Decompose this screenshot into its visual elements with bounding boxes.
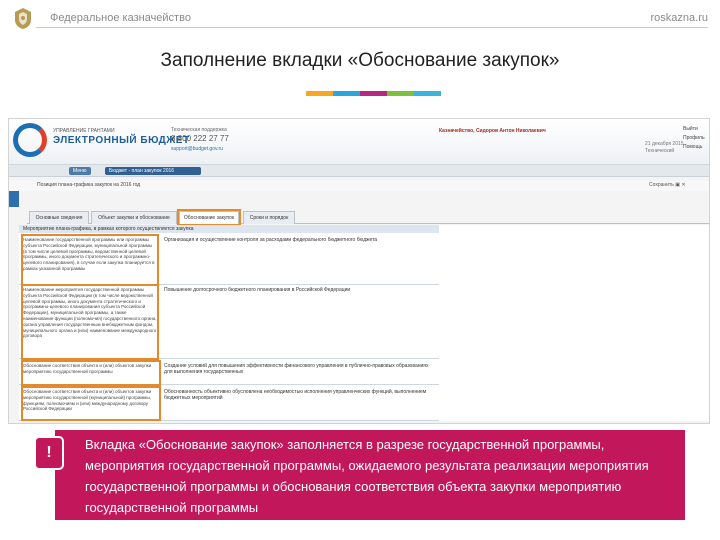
slide-title: Заполнение вкладки «Обоснование закупок» <box>160 50 560 71</box>
logout-button[interactable]: Выйти <box>683 126 709 133</box>
user-name: Казначейство, Сидоров Антон Николаевич <box>439 128 546 134</box>
tab-terms[interactable]: Сроки и порядок исполнения <box>243 211 295 234</box>
form-tabs: Основные сведения Объект закупки и обосн… <box>27 209 709 234</box>
row-value[interactable]: Обоснованность объективно обусловлена не… <box>164 389 434 401</box>
app-header: УПРАВЛЕНИЕ ГРАНТАМИ ЭЛЕКТРОННЫЙ БЮДЖЕТ Т… <box>9 119 709 165</box>
toolbar-actions[interactable]: Сохранить ▣ ✕ <box>649 182 686 188</box>
color-stripes <box>306 91 441 96</box>
row-value[interactable]: Организация и осуществление контроля за … <box>164 237 434 243</box>
menu-button[interactable]: Меню <box>69 167 91 175</box>
header-divider <box>36 27 708 28</box>
stripe <box>333 91 360 96</box>
row-label: Обоснование соответствия объекта и (или)… <box>23 389 152 412</box>
breadcrumb: Позиция плана-графика закупок на 2016 го… <box>37 182 141 188</box>
justification-table: Мероприятие плана-графика, в рамках кото… <box>19 225 709 421</box>
tab-object[interactable]: Объект закупки и обоснование <box>91 211 177 224</box>
row-label: Наименование государственной программы и… <box>23 237 155 271</box>
document-tab[interactable]: Бюджет - план закупок 2016 <box>105 167 201 175</box>
slide-header: Федеральное казначейство roskazna.ru <box>0 0 720 34</box>
stripe <box>306 91 333 96</box>
sidebar-toggle[interactable] <box>9 191 19 207</box>
table-section-header[interactable]: Мероприятие плана-графика, в рамках кото… <box>19 225 439 233</box>
logo-caption: УПРАВЛЕНИЕ ГРАНТАМИ <box>53 128 115 134</box>
stripe <box>414 91 441 96</box>
help-button[interactable]: Помощь <box>683 144 709 151</box>
table-row: Обоснование соответствия объекта и (или)… <box>19 387 439 421</box>
stripe <box>360 91 387 96</box>
table-row: Наименование мероприятия государственной… <box>19 285 439 359</box>
stripe <box>387 91 414 96</box>
app-navbar: Меню Бюджет - план закупок 2016 <box>9 165 709 177</box>
row-value[interactable]: Создание условий для повышения эффективн… <box>164 363 434 375</box>
exclamation-icon: ! <box>34 436 64 470</box>
site-url: roskazna.ru <box>650 12 708 24</box>
table-row: Обоснование соответствия объекта и (или)… <box>19 361 439 385</box>
support-label: Техническая поддержка <box>171 127 227 133</box>
emblem-icon <box>15 8 31 29</box>
support-phone: 8 800 222 27 77 <box>171 134 229 143</box>
tab-main-info[interactable]: Основные сведения <box>29 211 89 224</box>
row-label: Обоснование соответствия объекта и (или)… <box>23 363 152 374</box>
app-screenshot: УПРАВЛЕНИЕ ГРАНТАМИ ЭЛЕКТРОННЫЙ БЮДЖЕТ Т… <box>8 118 710 424</box>
organization-name: Федеральное казначейство <box>50 12 191 24</box>
row-value[interactable]: Повышение долгосрочного бюджетного плани… <box>164 287 434 293</box>
breadcrumb-bar: Позиция плана-графика закупок на 2016 го… <box>9 181 709 191</box>
slide: Федеральное казначейство roskazna.ru Зап… <box>0 0 720 540</box>
logo-text: ЭЛЕКТРОННЫЙ БЮДЖЕТ <box>53 135 190 146</box>
logo-icon <box>13 123 47 157</box>
table-row: Наименование государственной программы и… <box>19 235 439 285</box>
support-email-link[interactable]: support@budget.gov.ru <box>171 146 223 152</box>
row-label: Наименование мероприятия государственной… <box>23 287 157 339</box>
callout-text: Вкладка «Обоснование закупок» заполняетс… <box>85 437 649 515</box>
profile-button[interactable]: Профиль <box>683 135 709 142</box>
tab-justification[interactable]: Обоснование закупок <box>177 209 241 226</box>
user-role: Технический <box>645 148 675 154</box>
user-date: 21 декабря 2015 <box>645 141 684 147</box>
